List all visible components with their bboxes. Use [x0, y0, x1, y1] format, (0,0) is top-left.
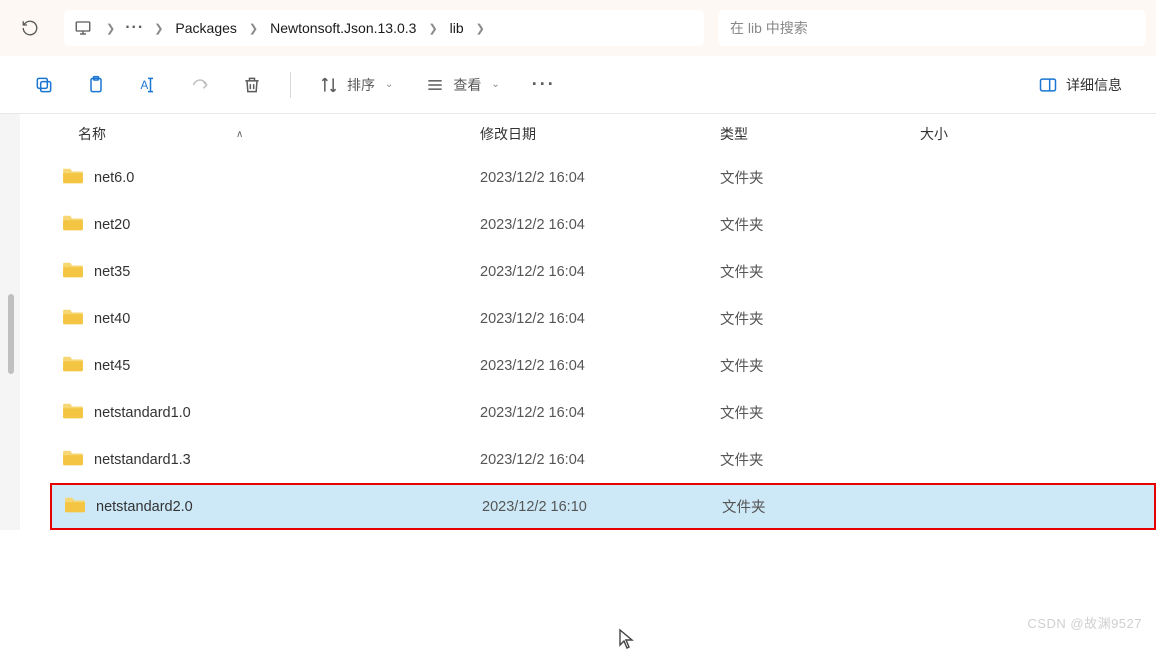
- paste-button[interactable]: [82, 69, 110, 101]
- cursor-icon: [618, 628, 634, 655]
- file-name: net6.0: [94, 170, 134, 186]
- sort-button[interactable]: 排序 ⌄: [315, 69, 397, 101]
- file-row[interactable]: net45 2023/12/2 16:04文件夹: [50, 342, 1156, 389]
- column-name-label: 名称: [78, 124, 106, 144]
- cell-date: 2023/12/2 16:04: [480, 405, 720, 421]
- column-type[interactable]: 类型: [720, 124, 920, 144]
- file-row[interactable]: netstandard1.0 2023/12/2 16:04文件夹: [50, 389, 1156, 436]
- cell-date: 2023/12/2 16:04: [480, 264, 720, 280]
- search-input[interactable]: [730, 20, 1134, 36]
- details-label: 详细信息: [1066, 75, 1122, 95]
- cell-name: net6.0: [50, 167, 480, 189]
- file-row[interactable]: netstandard1.3 2023/12/2 16:04文件夹: [50, 436, 1156, 483]
- sort-label: 排序: [347, 75, 375, 95]
- folder-icon: [62, 167, 94, 189]
- file-name: net35: [94, 264, 130, 280]
- chevron-down-icon: ⌄: [491, 79, 499, 90]
- cell-type: 文件夹: [720, 308, 920, 329]
- rename-button[interactable]: A: [134, 69, 162, 101]
- file-row[interactable]: net6.0 2023/12/2 16:04文件夹: [50, 154, 1156, 201]
- search-box[interactable]: [718, 10, 1146, 46]
- file-row[interactable]: netstandard2.0 2023/12/2 16:10文件夹: [50, 483, 1156, 530]
- scrollbar-thumb[interactable]: [8, 294, 14, 374]
- folder-icon: [62, 449, 94, 471]
- folder-icon: [62, 308, 94, 330]
- cell-date: 2023/12/2 16:04: [480, 452, 720, 468]
- cell-name: net20: [50, 214, 480, 236]
- folder-icon: [62, 214, 94, 236]
- share-button[interactable]: [186, 69, 214, 101]
- chevron-right-icon: ❯: [476, 22, 485, 35]
- nav-pane-scrollbar[interactable]: [0, 114, 20, 530]
- breadcrumb-item[interactable]: Packages: [167, 16, 244, 40]
- monitor-icon[interactable]: [74, 19, 92, 37]
- cell-date: 2023/12/2 16:04: [480, 170, 720, 186]
- view-label: 查看: [453, 75, 481, 95]
- cell-name: netstandard1.0: [50, 402, 480, 424]
- cell-date: 2023/12/2 16:04: [480, 358, 720, 374]
- view-button[interactable]: 查看 ⌄: [421, 69, 503, 101]
- cell-type: 文件夹: [720, 449, 920, 470]
- cell-name: net40: [50, 308, 480, 330]
- chevron-right-icon: ❯: [106, 22, 115, 35]
- sort-indicator-icon: ∧: [236, 129, 243, 140]
- file-row[interactable]: net35 2023/12/2 16:04文件夹: [50, 248, 1156, 295]
- file-name: net20: [94, 217, 130, 233]
- details-pane-button[interactable]: 详细信息: [1034, 69, 1126, 101]
- cell-type: 文件夹: [720, 167, 920, 188]
- cell-date: 2023/12/2 16:04: [480, 217, 720, 233]
- cell-name: netstandard2.0: [52, 496, 482, 518]
- file-name: netstandard2.0: [96, 499, 193, 515]
- folder-icon: [62, 402, 94, 424]
- file-list: 名称 ∧ 修改日期 类型 大小 net6.02023/12/2 16:04文件夹…: [20, 114, 1156, 530]
- address-bar: ❯ ··· ❯ Packages ❯ Newtonsoft.Json.13.0.…: [0, 0, 1156, 56]
- cell-type: 文件夹: [720, 402, 920, 423]
- more-button[interactable]: ···: [528, 68, 560, 101]
- chevron-right-icon: ❯: [428, 22, 437, 35]
- column-date[interactable]: 修改日期: [480, 124, 720, 144]
- column-size[interactable]: 大小: [920, 124, 1080, 144]
- cell-type: 文件夹: [722, 496, 922, 517]
- content-area: 名称 ∧ 修改日期 类型 大小 net6.02023/12/2 16:04文件夹…: [0, 114, 1156, 530]
- file-name: netstandard1.3: [94, 452, 191, 468]
- toolbar: A 排序 ⌄ 查看 ⌄ ··· 详细信息: [0, 56, 1156, 114]
- column-name[interactable]: 名称 ∧: [50, 124, 480, 144]
- svg-text:A: A: [141, 79, 149, 92]
- folder-icon: [64, 496, 96, 518]
- breadcrumb-overflow[interactable]: ···: [119, 15, 150, 41]
- delete-button[interactable]: [238, 69, 266, 101]
- file-name: net40: [94, 311, 130, 327]
- breadcrumb-item[interactable]: lib: [442, 16, 472, 40]
- breadcrumb-item[interactable]: Newtonsoft.Json.13.0.3: [262, 16, 424, 40]
- file-name: net45: [94, 358, 130, 374]
- cell-name: net35: [50, 261, 480, 283]
- cell-type: 文件夹: [720, 214, 920, 235]
- breadcrumb: ❯ ··· ❯ Packages ❯ Newtonsoft.Json.13.0.…: [64, 10, 704, 46]
- toolbar-divider: [290, 72, 291, 98]
- column-headers: 名称 ∧ 修改日期 类型 大小: [50, 114, 1156, 154]
- folder-icon: [62, 261, 94, 283]
- watermark: CSDN @故渊9527: [1027, 613, 1142, 632]
- chevron-down-icon: ⌄: [385, 79, 393, 90]
- cell-name: net45: [50, 355, 480, 377]
- file-row[interactable]: net20 2023/12/2 16:04文件夹: [50, 201, 1156, 248]
- cell-date: 2023/12/2 16:04: [480, 311, 720, 327]
- file-name: netstandard1.0: [94, 405, 191, 421]
- refresh-button[interactable]: [10, 8, 50, 48]
- chevron-right-icon: ❯: [154, 22, 163, 35]
- folder-icon: [62, 355, 94, 377]
- cell-date: 2023/12/2 16:10: [482, 499, 722, 515]
- cell-type: 文件夹: [720, 261, 920, 282]
- file-row[interactable]: net40 2023/12/2 16:04文件夹: [50, 295, 1156, 342]
- copy-button[interactable]: [30, 69, 58, 101]
- cell-type: 文件夹: [720, 355, 920, 376]
- chevron-right-icon: ❯: [249, 22, 258, 35]
- cell-name: netstandard1.3: [50, 449, 480, 471]
